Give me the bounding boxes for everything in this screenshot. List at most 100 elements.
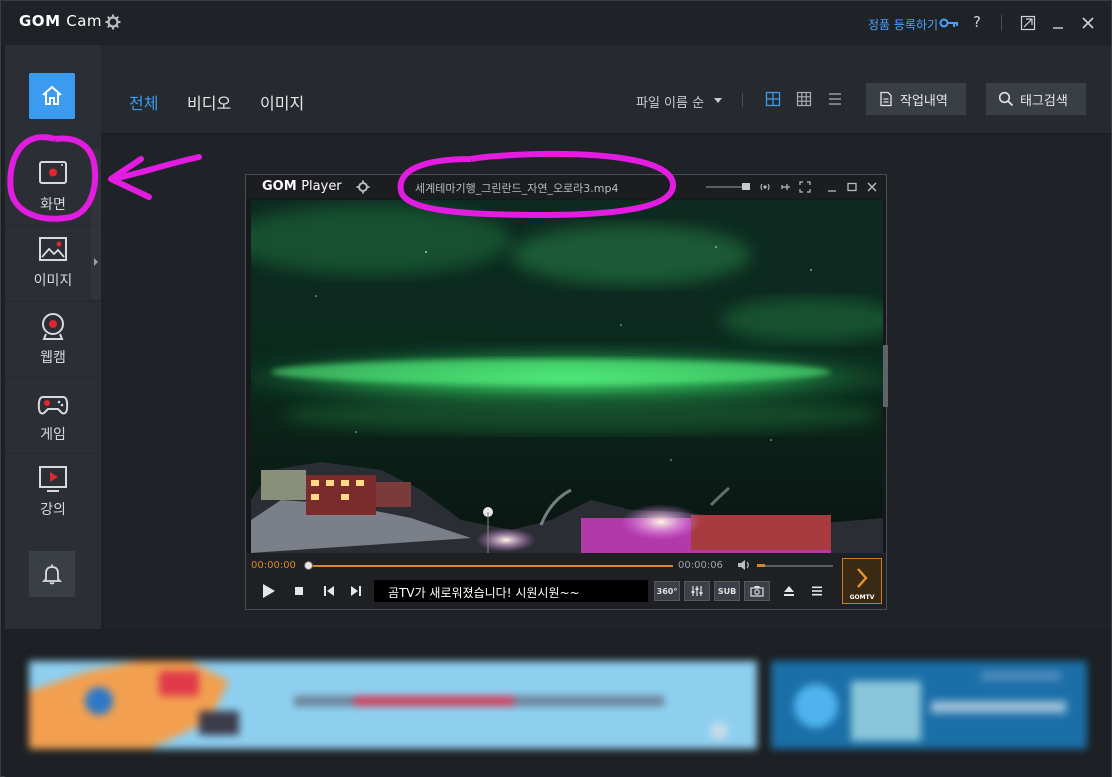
sidebar-item-label: 웹캠 [40, 350, 66, 366]
subtitle-label: SUB [717, 586, 737, 596]
list-view-icon[interactable] [827, 91, 843, 107]
previous-icon [324, 586, 334, 596]
ad-banner-right[interactable] [771, 661, 1087, 749]
player-close-icon[interactable] [866, 181, 878, 193]
screen-flyout-toggle[interactable] [91, 149, 101, 223]
title-bar: GOM Cam 정품 등록하기 ? [1, 1, 1111, 45]
video-frame[interactable] [251, 200, 883, 553]
search-icon [998, 91, 1014, 107]
app-logo: GOM Cam [19, 12, 103, 30]
gom-cam-window: GOM Cam 정품 등록하기 ? 화면 이미지 웹캠 게임 강의 전체 비디오… [0, 0, 1112, 777]
menu-icon [812, 586, 822, 596]
tab-image[interactable]: 이미지 [260, 90, 304, 114]
player-volume-knob[interactable] [742, 183, 750, 190]
gamepad-icon [37, 396, 69, 415]
work-history-button[interactable]: 작업내역 [866, 83, 966, 115]
sidebar-item-game[interactable]: 게임 [5, 381, 101, 453]
mode-sidebar: 화면 이미지 웹캠 게임 강의 [5, 45, 101, 629]
sidebar-item-label: 강의 [40, 502, 66, 518]
play-button[interactable] [258, 581, 278, 601]
large-grid-view-icon[interactable] [765, 91, 781, 107]
capture-button[interactable] [744, 581, 770, 601]
tag-search-button[interactable]: 태그검색 [986, 83, 1086, 115]
image-flyout-toggle[interactable] [91, 225, 101, 299]
sidebar-item-label: 화면 [40, 197, 66, 213]
seek-bar[interactable] [307, 565, 673, 567]
register-product-link[interactable]: 정품 등록하기 [868, 16, 938, 33]
notice-message[interactable]: 곰TV가 새로워졌습니다! 시원시원~~ [374, 580, 648, 602]
player-minimize-icon[interactable] [826, 181, 838, 193]
stop-icon [295, 587, 303, 595]
eject-icon [784, 586, 794, 596]
player-controls: 00:00:00 00:00:06 곰TV가 새로워졌습니다! 시원시원~~ 3… [246, 553, 886, 609]
screen-record-icon [39, 161, 67, 184]
document-history-icon [880, 91, 892, 107]
player-title-bar[interactable]: GOM Player 세계테마기행_그린란드_자연_오로라3.mp4 [246, 175, 886, 199]
pin-icon[interactable] [780, 181, 792, 193]
chevron-down-icon[interactable] [714, 98, 722, 103]
broadcast-icon[interactable] [759, 181, 771, 193]
settings-gear-icon[interactable] [105, 14, 121, 30]
restore-icon[interactable] [1020, 15, 1036, 31]
eject-button[interactable] [779, 581, 799, 601]
minimize-icon[interactable] [1050, 15, 1066, 31]
player-file-name: 세계테마기행_그린란드_자연_오로라3.mp4 [415, 182, 619, 195]
player-maximize-icon[interactable] [846, 181, 858, 193]
seek-knob[interactable] [304, 561, 313, 570]
divider [5, 377, 101, 378]
ad-banner-graphic [29, 661, 728, 749]
current-time: 00:00:00 [251, 560, 296, 571]
gomtv-button[interactable]: GOMTV [842, 558, 882, 604]
help-button[interactable]: ? [973, 13, 981, 31]
small-grid-view-icon[interactable] [796, 91, 812, 107]
stop-button[interactable] [289, 581, 309, 601]
tab-all[interactable]: 전체 [129, 90, 158, 114]
home-icon [42, 85, 62, 105]
home-button[interactable] [29, 73, 75, 119]
equalizer-icon [691, 586, 703, 596]
tag-search-label: 태그검색 [1020, 93, 1068, 109]
webcam-icon [42, 313, 64, 340]
close-icon[interactable] [1080, 15, 1096, 31]
volume-icon[interactable] [737, 559, 751, 571]
play-icon [263, 584, 275, 598]
toolbar-separator [742, 93, 743, 107]
sidebar-item-lecture[interactable]: 강의 [5, 456, 101, 528]
sort-dropdown[interactable]: 파일 이름 순 [636, 92, 704, 111]
panel-resize-handle[interactable] [883, 345, 888, 407]
ad-banner-graphic [794, 671, 1066, 741]
vr-360-label: 360° [656, 586, 678, 596]
next-icon [351, 586, 361, 596]
key-icon[interactable] [939, 16, 959, 30]
divider [5, 453, 101, 454]
subtitle-button[interactable]: SUB [714, 581, 740, 601]
sidebar-item-webcam[interactable]: 웹캠 [5, 304, 101, 376]
image-icon [39, 237, 67, 261]
title-separator [1001, 15, 1002, 31]
player-logo: GOM Player [262, 179, 342, 194]
work-history-label: 작업내역 [900, 93, 948, 109]
vr-360-button[interactable]: 360° [654, 581, 680, 601]
camera-icon [750, 586, 764, 597]
next-button[interactable] [346, 581, 366, 601]
playlist-button[interactable] [807, 581, 827, 601]
sidebar-item-label: 이미지 [33, 273, 73, 289]
total-time: 00:00:06 [678, 560, 723, 571]
previous-button[interactable] [319, 581, 339, 601]
divider [5, 301, 101, 302]
sidebar-item-image[interactable]: 이미지 [5, 227, 101, 299]
tab-video[interactable]: 비디오 [187, 90, 231, 114]
volume-slider[interactable] [757, 565, 833, 567]
bell-icon [41, 564, 63, 585]
chevron-right-icon [857, 568, 868, 588]
volume-slider-fill [757, 564, 765, 567]
notification-button[interactable] [29, 551, 75, 597]
equalizer-button[interactable] [684, 581, 710, 601]
fullscreen-icon[interactable] [799, 181, 811, 193]
ad-banner-area [5, 629, 1111, 777]
ad-banner-left[interactable] [29, 661, 757, 749]
sidebar-item-screen[interactable]: 화면 [5, 151, 101, 223]
player-settings-gear-icon[interactable] [356, 180, 370, 194]
gomtv-label: GOMTV [849, 594, 875, 601]
gom-player-window[interactable]: GOM Player 세계테마기행_그린란드_자연_오로라3.mp4 00:00… [245, 174, 888, 610]
